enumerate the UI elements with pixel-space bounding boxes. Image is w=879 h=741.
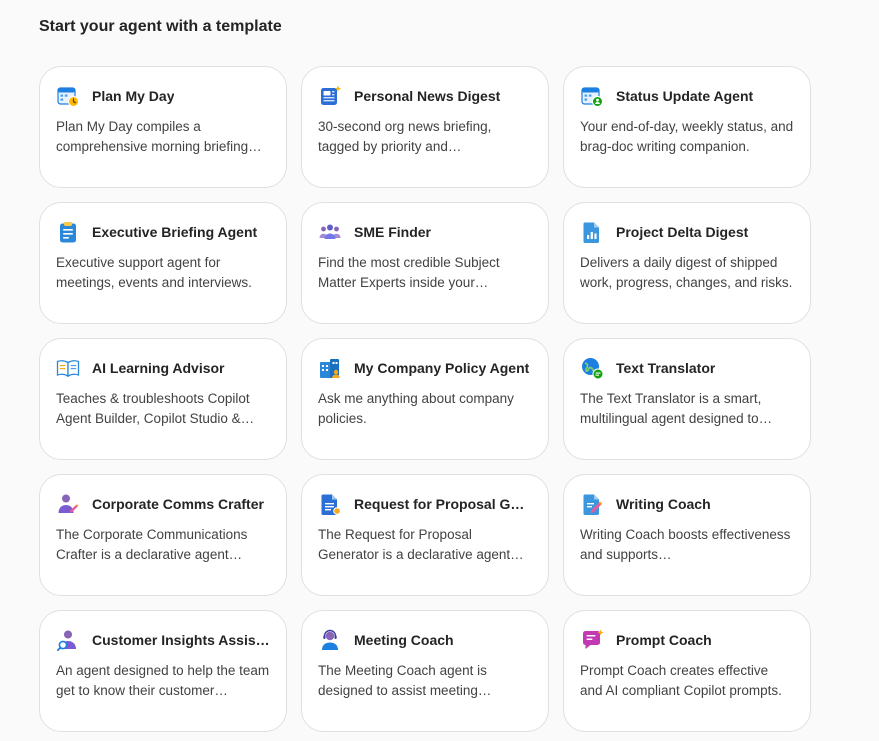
card-title: My Company Policy Agent bbox=[354, 360, 530, 376]
card-description: Your end-of-day, weekly status, and brag… bbox=[580, 119, 794, 154]
template-card-plan-my-day[interactable]: Plan My Day Plan My Day compiles a compr… bbox=[39, 66, 287, 188]
card-title: AI Learning Advisor bbox=[92, 360, 225, 376]
card-title: Project Delta Digest bbox=[616, 224, 749, 240]
card-title: Personal News Digest bbox=[354, 88, 501, 104]
document-lines-icon bbox=[318, 492, 342, 516]
document-chart-icon bbox=[580, 220, 604, 244]
card-description: Teaches & troubleshoots Copilot Agent Bu… bbox=[56, 391, 255, 426]
clipboard-icon bbox=[56, 220, 80, 244]
template-grid: Plan My Day Plan My Day compiles a compr… bbox=[39, 66, 811, 732]
template-card-executive-briefing-agent[interactable]: Executive Briefing Agent Executive suppo… bbox=[39, 202, 287, 324]
card-description: The Meeting Coach agent is designed to a… bbox=[318, 663, 492, 698]
card-description: Ask me anything about company policies. bbox=[318, 391, 514, 426]
template-card-corporate-comms-crafter[interactable]: Corporate Comms Crafter The Corporate Co… bbox=[39, 474, 287, 596]
card-description: The Text Translator is a smart, multilin… bbox=[580, 391, 773, 426]
card-title: Plan My Day bbox=[92, 88, 175, 104]
template-card-my-company-policy-agent[interactable]: My Company Policy Agent Ask me anything … bbox=[301, 338, 549, 460]
card-header: My Company Policy Agent bbox=[318, 355, 532, 381]
card-title: Corporate Comms Crafter bbox=[92, 496, 264, 512]
card-title: Writing Coach bbox=[616, 496, 711, 512]
person-edit-icon bbox=[56, 492, 80, 516]
card-header: Writing Coach bbox=[580, 491, 794, 517]
card-title: Prompt Coach bbox=[616, 632, 712, 648]
template-card-request-for-proposal-generator[interactable]: Request for Proposal Gen… The Request fo… bbox=[301, 474, 549, 596]
card-description: The Corporate Communications Crafter is … bbox=[56, 527, 248, 562]
card-description: Plan My Day compiles a comprehensive mor… bbox=[56, 119, 262, 154]
card-title: Meeting Coach bbox=[354, 632, 454, 648]
template-card-project-delta-digest[interactable]: Project Delta Digest Delivers a daily di… bbox=[563, 202, 811, 324]
card-description: Delivers a daily digest of shipped work,… bbox=[580, 255, 793, 290]
document-pen-icon bbox=[580, 492, 604, 516]
card-title: Text Translator bbox=[616, 360, 716, 376]
card-description: Prompt Coach creates effective and AI co… bbox=[580, 663, 782, 698]
card-header: Customer Insights Assistant bbox=[56, 627, 270, 653]
template-card-customer-insights-assistant[interactable]: Customer Insights Assistant An agent des… bbox=[39, 610, 287, 732]
card-header: Project Delta Digest bbox=[580, 219, 794, 245]
people-group-icon bbox=[318, 220, 342, 244]
template-card-ai-learning-advisor[interactable]: AI Learning Advisor Teaches & troublesho… bbox=[39, 338, 287, 460]
template-card-writing-coach[interactable]: Writing Coach Writing Coach boosts effec… bbox=[563, 474, 811, 596]
template-card-meeting-coach[interactable]: Meeting Coach The Meeting Coach agent is… bbox=[301, 610, 549, 732]
news-sparkle-icon bbox=[318, 84, 342, 108]
card-title: Customer Insights Assistant bbox=[92, 632, 270, 648]
card-header: Text Translator bbox=[580, 355, 794, 381]
template-card-personal-news-digest[interactable]: Personal News Digest 30-second org news … bbox=[301, 66, 549, 188]
template-card-sme-finder[interactable]: SME Finder Find the most credible Subjec… bbox=[301, 202, 549, 324]
card-header: Meeting Coach bbox=[318, 627, 532, 653]
page-title: Start your agent with a template bbox=[39, 18, 282, 35]
calendar-person-icon bbox=[580, 84, 604, 108]
card-header: Request for Proposal Gen… bbox=[318, 491, 532, 517]
template-card-status-update-agent[interactable]: Status Update Agent Your end-of-day, wee… bbox=[563, 66, 811, 188]
card-header: Personal News Digest bbox=[318, 83, 532, 109]
card-title: SME Finder bbox=[354, 224, 432, 240]
template-card-prompt-coach[interactable]: Prompt Coach Prompt Coach creates effect… bbox=[563, 610, 811, 732]
card-title: Executive Briefing Agent bbox=[92, 224, 258, 240]
card-header: SME Finder bbox=[318, 219, 532, 245]
globe-chat-icon bbox=[580, 356, 604, 380]
building-person-icon bbox=[318, 356, 342, 380]
template-card-text-translator[interactable]: Text Translator The Text Translator is a… bbox=[563, 338, 811, 460]
card-description: The Request for Proposal Generator is a … bbox=[318, 527, 524, 562]
person-search-icon bbox=[56, 628, 80, 652]
card-description: Writing Coach boosts effectiveness and s… bbox=[580, 527, 791, 562]
card-title: Request for Proposal Gen… bbox=[354, 496, 532, 512]
person-headset-icon bbox=[318, 628, 342, 652]
card-title: Status Update Agent bbox=[616, 88, 754, 104]
card-description: An agent designed to help the team get t… bbox=[56, 663, 270, 698]
card-header: Corporate Comms Crafter bbox=[56, 491, 270, 517]
chat-sparkle-icon bbox=[580, 628, 604, 652]
card-header: Prompt Coach bbox=[580, 627, 794, 653]
calendar-clock-icon bbox=[56, 84, 80, 108]
card-header: Plan My Day bbox=[56, 83, 270, 109]
card-description: 30-second org news briefing, tagged by p… bbox=[318, 119, 492, 154]
book-open-icon bbox=[56, 356, 80, 380]
card-header: AI Learning Advisor bbox=[56, 355, 270, 381]
card-description: Executive support agent for meetings, ev… bbox=[56, 255, 252, 290]
card-header: Status Update Agent bbox=[580, 83, 794, 109]
card-header: Executive Briefing Agent bbox=[56, 219, 270, 245]
card-description: Find the most credible Subject Matter Ex… bbox=[318, 255, 500, 290]
